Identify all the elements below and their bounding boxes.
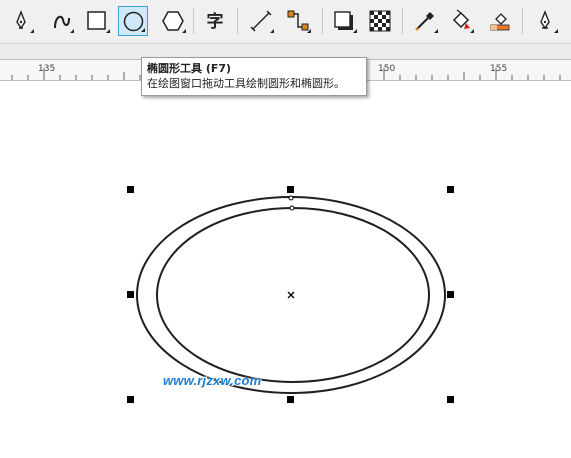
handle-bottom-center[interactable] <box>287 396 294 403</box>
polygon-tool-button[interactable] <box>158 6 188 36</box>
curve-tool-button[interactable] <box>46 6 76 36</box>
flyout-indicator <box>106 29 110 33</box>
handle-bottom-left[interactable] <box>127 396 134 403</box>
flyout-indicator <box>70 29 74 33</box>
toolbar-separator <box>322 8 323 34</box>
text-tool-icon: 字 <box>207 11 224 32</box>
rectangle-tool-button[interactable] <box>82 6 112 36</box>
drawing-canvas[interactable] <box>0 81 571 458</box>
toolbar-separator <box>237 8 238 34</box>
flyout-indicator <box>434 29 438 33</box>
handle-bottom-right[interactable] <box>447 396 454 403</box>
handle-top-right[interactable] <box>447 186 454 193</box>
handle-top-center[interactable] <box>287 186 294 193</box>
toolbar-separator <box>402 8 403 34</box>
dimension-tool-button[interactable] <box>246 6 276 36</box>
ellipse-icon <box>123 11 144 32</box>
center-marker <box>287 291 295 299</box>
tool-tooltip: 椭圆形工具 (F7) 在绘图窗口拖动工具绘制圆形和椭圆形。 <box>141 57 367 96</box>
flyout-indicator <box>30 29 34 33</box>
flyout-indicator <box>141 28 145 32</box>
ellipse-tool-button[interactable] <box>118 6 148 36</box>
inner-ellipse[interactable] <box>156 207 430 383</box>
eyedropper-tool-button[interactable] <box>410 6 440 36</box>
pen-tool-button[interactable] <box>6 6 36 36</box>
drawing-area <box>127 186 454 403</box>
connector-tool-button[interactable] <box>283 6 313 36</box>
toolbox: 字 <box>0 0 571 44</box>
transparency-checker-icon <box>369 10 391 32</box>
svg-text:字: 字 <box>207 11 224 32</box>
ruler-label: 155 <box>490 64 508 74</box>
flyout-indicator <box>182 29 186 33</box>
smart-fill-tool-button[interactable] <box>485 6 515 36</box>
handle-middle-left[interactable] <box>127 291 134 298</box>
flyout-indicator <box>470 29 474 33</box>
flyout-indicator <box>554 29 558 33</box>
toolbar-separator <box>522 8 523 34</box>
ruler-label: 150 <box>378 64 396 74</box>
handle-middle-right[interactable] <box>447 291 454 298</box>
ruler-label: 135 <box>38 64 56 74</box>
outline-pen-tool-button[interactable] <box>530 6 560 36</box>
node-point[interactable] <box>289 205 295 211</box>
flyout-indicator <box>307 29 311 33</box>
handle-top-left[interactable] <box>127 186 134 193</box>
flyout-indicator <box>353 29 357 33</box>
transparency-tool-button[interactable] <box>365 6 395 36</box>
text-tool-button[interactable]: 字 <box>200 6 230 36</box>
toolbar-separator <box>193 8 194 34</box>
watermark: www.rjzxw.com <box>163 373 262 388</box>
smart-fill-icon <box>490 13 510 31</box>
node-point[interactable] <box>288 195 294 201</box>
interactive-fill-tool-button[interactable] <box>446 6 476 36</box>
tooltip-title: 椭圆形工具 (F7) <box>147 62 232 75</box>
drop-shadow-tool-button[interactable] <box>329 6 359 36</box>
flyout-indicator <box>270 29 274 33</box>
tooltip-description: 在绘图窗口拖动工具绘制圆形和椭圆形。 <box>147 77 345 90</box>
